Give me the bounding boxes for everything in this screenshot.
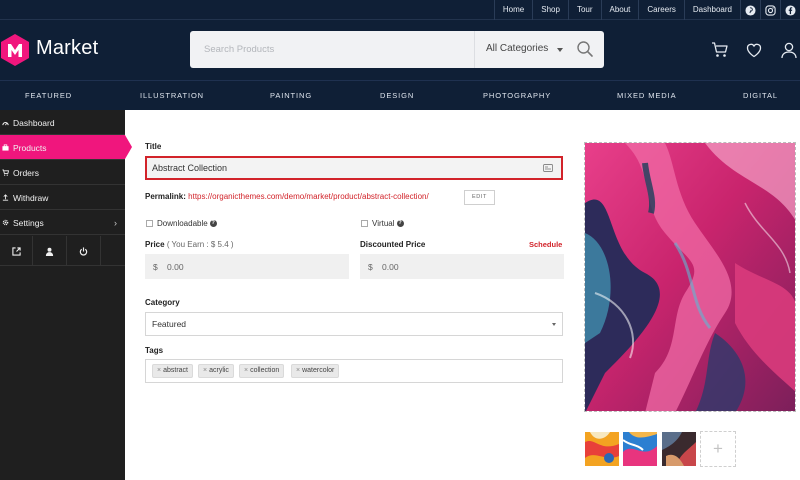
product-main-image[interactable] xyxy=(584,142,796,412)
edit-permalink-button[interactable]: EDIT xyxy=(464,190,495,205)
remove-tag-icon[interactable]: × xyxy=(296,367,300,374)
category-nav: FEATURED ILLUSTRATION PAINTING DESIGN PH… xyxy=(0,80,800,110)
pinterest-icon[interactable] xyxy=(740,0,760,20)
search-input[interactable] xyxy=(190,31,474,68)
external-link-icon xyxy=(11,246,21,256)
sidebar-item-withdraw[interactable]: Withdraw xyxy=(0,185,125,210)
product-thumbnail[interactable] xyxy=(662,432,696,466)
sidebar-bottom-icons xyxy=(0,236,125,266)
title-value: Abstract Collection xyxy=(152,163,228,173)
sidebar-item-label: Dashboard xyxy=(13,118,55,128)
chevron-down-icon xyxy=(552,323,556,326)
title-input[interactable]: Abstract Collection xyxy=(145,156,563,180)
id-card-icon xyxy=(543,164,553,172)
price-label: Price ( You Earn : $ 5.4 ) xyxy=(145,240,234,249)
top-bar: Home Shop Tour About Careers Dashboard xyxy=(0,0,800,20)
facebook-icon[interactable] xyxy=(780,0,800,20)
heart-icon[interactable] xyxy=(745,41,763,59)
top-link-careers[interactable]: Careers xyxy=(638,0,683,20)
currency-symbol: $ xyxy=(153,262,158,272)
upload-icon xyxy=(2,194,9,201)
downloadable-checkbox[interactable] xyxy=(146,220,153,227)
market-logo-icon[interactable] xyxy=(0,33,30,67)
instagram-icon[interactable] xyxy=(760,0,780,20)
sidebar-item-label: Settings xyxy=(13,218,44,228)
brand-name[interactable]: Market xyxy=(36,37,98,60)
top-link-shop[interactable]: Shop xyxy=(532,0,568,20)
cart-icon xyxy=(2,169,9,176)
cart-icon[interactable] xyxy=(711,41,729,59)
tag-chip: × watercolor xyxy=(291,364,340,378)
search-bar: All Categories xyxy=(190,31,604,68)
user-icon xyxy=(45,247,54,256)
category-select[interactable]: All Categories xyxy=(486,43,548,54)
permalink-url[interactable]: https://organicthemes.com/demo/market/pr… xyxy=(188,192,429,201)
nav-photography[interactable]: PHOTOGRAPHY xyxy=(483,91,551,100)
sidebar-item-settings[interactable]: Settings › xyxy=(0,210,125,235)
top-link-about[interactable]: About xyxy=(600,0,639,20)
title-label: Title xyxy=(145,142,162,151)
downloadable-label: Downloadable? xyxy=(157,219,217,228)
price-value: 0.00 xyxy=(167,262,184,272)
nav-featured[interactable]: FEATURED xyxy=(25,91,72,100)
virtual-checkbox[interactable] xyxy=(361,220,368,227)
category-dropdown[interactable]: Featured xyxy=(145,312,563,336)
sidebar-item-label: Orders xyxy=(13,168,39,178)
sidebar-item-label: Products xyxy=(13,143,47,153)
add-image-button[interactable]: + xyxy=(700,431,736,467)
nav-illustration[interactable]: ILLUSTRATION xyxy=(140,91,204,100)
discounted-price-label: Discounted Price xyxy=(360,240,426,249)
sidebar-item-label: Withdraw xyxy=(13,193,49,203)
you-earn-text: ( You Earn : $ 5.4 ) xyxy=(166,240,234,249)
schedule-link[interactable]: Schedule xyxy=(529,240,562,249)
price-input[interactable]: $ 0.00 xyxy=(145,254,349,279)
external-link-button[interactable] xyxy=(0,236,33,266)
sidebar-item-dashboard[interactable]: Dashboard xyxy=(0,110,125,135)
site-header: Market All Categories xyxy=(0,20,800,80)
dashboard-sidebar: Dashboard Products Orders Withdraw Setti… xyxy=(0,110,132,480)
nav-mixed-media[interactable]: MIXED MEDIA xyxy=(617,91,677,100)
logout-button[interactable] xyxy=(67,236,101,266)
remove-tag-icon[interactable]: × xyxy=(203,367,207,374)
virtual-label: Virtual? xyxy=(372,219,404,228)
permalink-row: Permalink: https://organicthemes.com/dem… xyxy=(145,192,429,201)
power-icon xyxy=(79,246,88,255)
search-divider xyxy=(474,31,475,68)
tag-chip: × collection xyxy=(239,364,285,378)
top-nav: Home Shop Tour About Careers Dashboard xyxy=(493,0,800,20)
tags-input[interactable]: × abstract × acrylic × collection × watercol… xyxy=(145,359,563,383)
help-icon[interactable]: ? xyxy=(396,220,404,228)
sidebar-item-products[interactable]: Products xyxy=(0,135,132,160)
nav-painting[interactable]: PAINTING xyxy=(270,91,312,100)
chevron-right-icon: › xyxy=(114,218,117,228)
top-link-home[interactable]: Home xyxy=(493,0,532,20)
user-icon[interactable] xyxy=(780,41,798,59)
sidebar-item-orders[interactable]: Orders xyxy=(0,160,125,185)
dashboard-icon xyxy=(2,122,9,126)
top-link-tour[interactable]: Tour xyxy=(567,0,601,20)
tags-label: Tags xyxy=(145,346,164,355)
permalink-label: Permalink: xyxy=(145,192,186,201)
product-thumbnail[interactable] xyxy=(623,432,657,466)
remove-tag-icon[interactable]: × xyxy=(157,367,161,374)
search-icon[interactable] xyxy=(576,40,594,58)
chevron-down-icon xyxy=(557,48,563,52)
plus-icon: + xyxy=(713,439,723,458)
top-link-dashboard[interactable]: Dashboard xyxy=(683,0,740,20)
category-value: Featured xyxy=(152,319,187,329)
product-thumbnail[interactable] xyxy=(585,432,619,466)
gear-icon xyxy=(2,219,9,226)
currency-symbol: $ xyxy=(368,262,373,272)
profile-button[interactable] xyxy=(33,236,67,266)
discounted-price-input[interactable]: $ 0.00 xyxy=(360,254,564,279)
discounted-price-value: 0.00 xyxy=(382,262,399,272)
briefcase-icon xyxy=(2,144,9,151)
tag-chip: × acrylic xyxy=(198,364,234,378)
remove-tag-icon[interactable]: × xyxy=(244,367,248,374)
nav-digital[interactable]: DIGITAL xyxy=(743,91,778,100)
help-icon[interactable]: ? xyxy=(209,220,217,228)
tag-chip: × abstract xyxy=(152,364,193,378)
nav-design[interactable]: DESIGN xyxy=(380,91,414,100)
category-label: Category xyxy=(145,298,180,307)
